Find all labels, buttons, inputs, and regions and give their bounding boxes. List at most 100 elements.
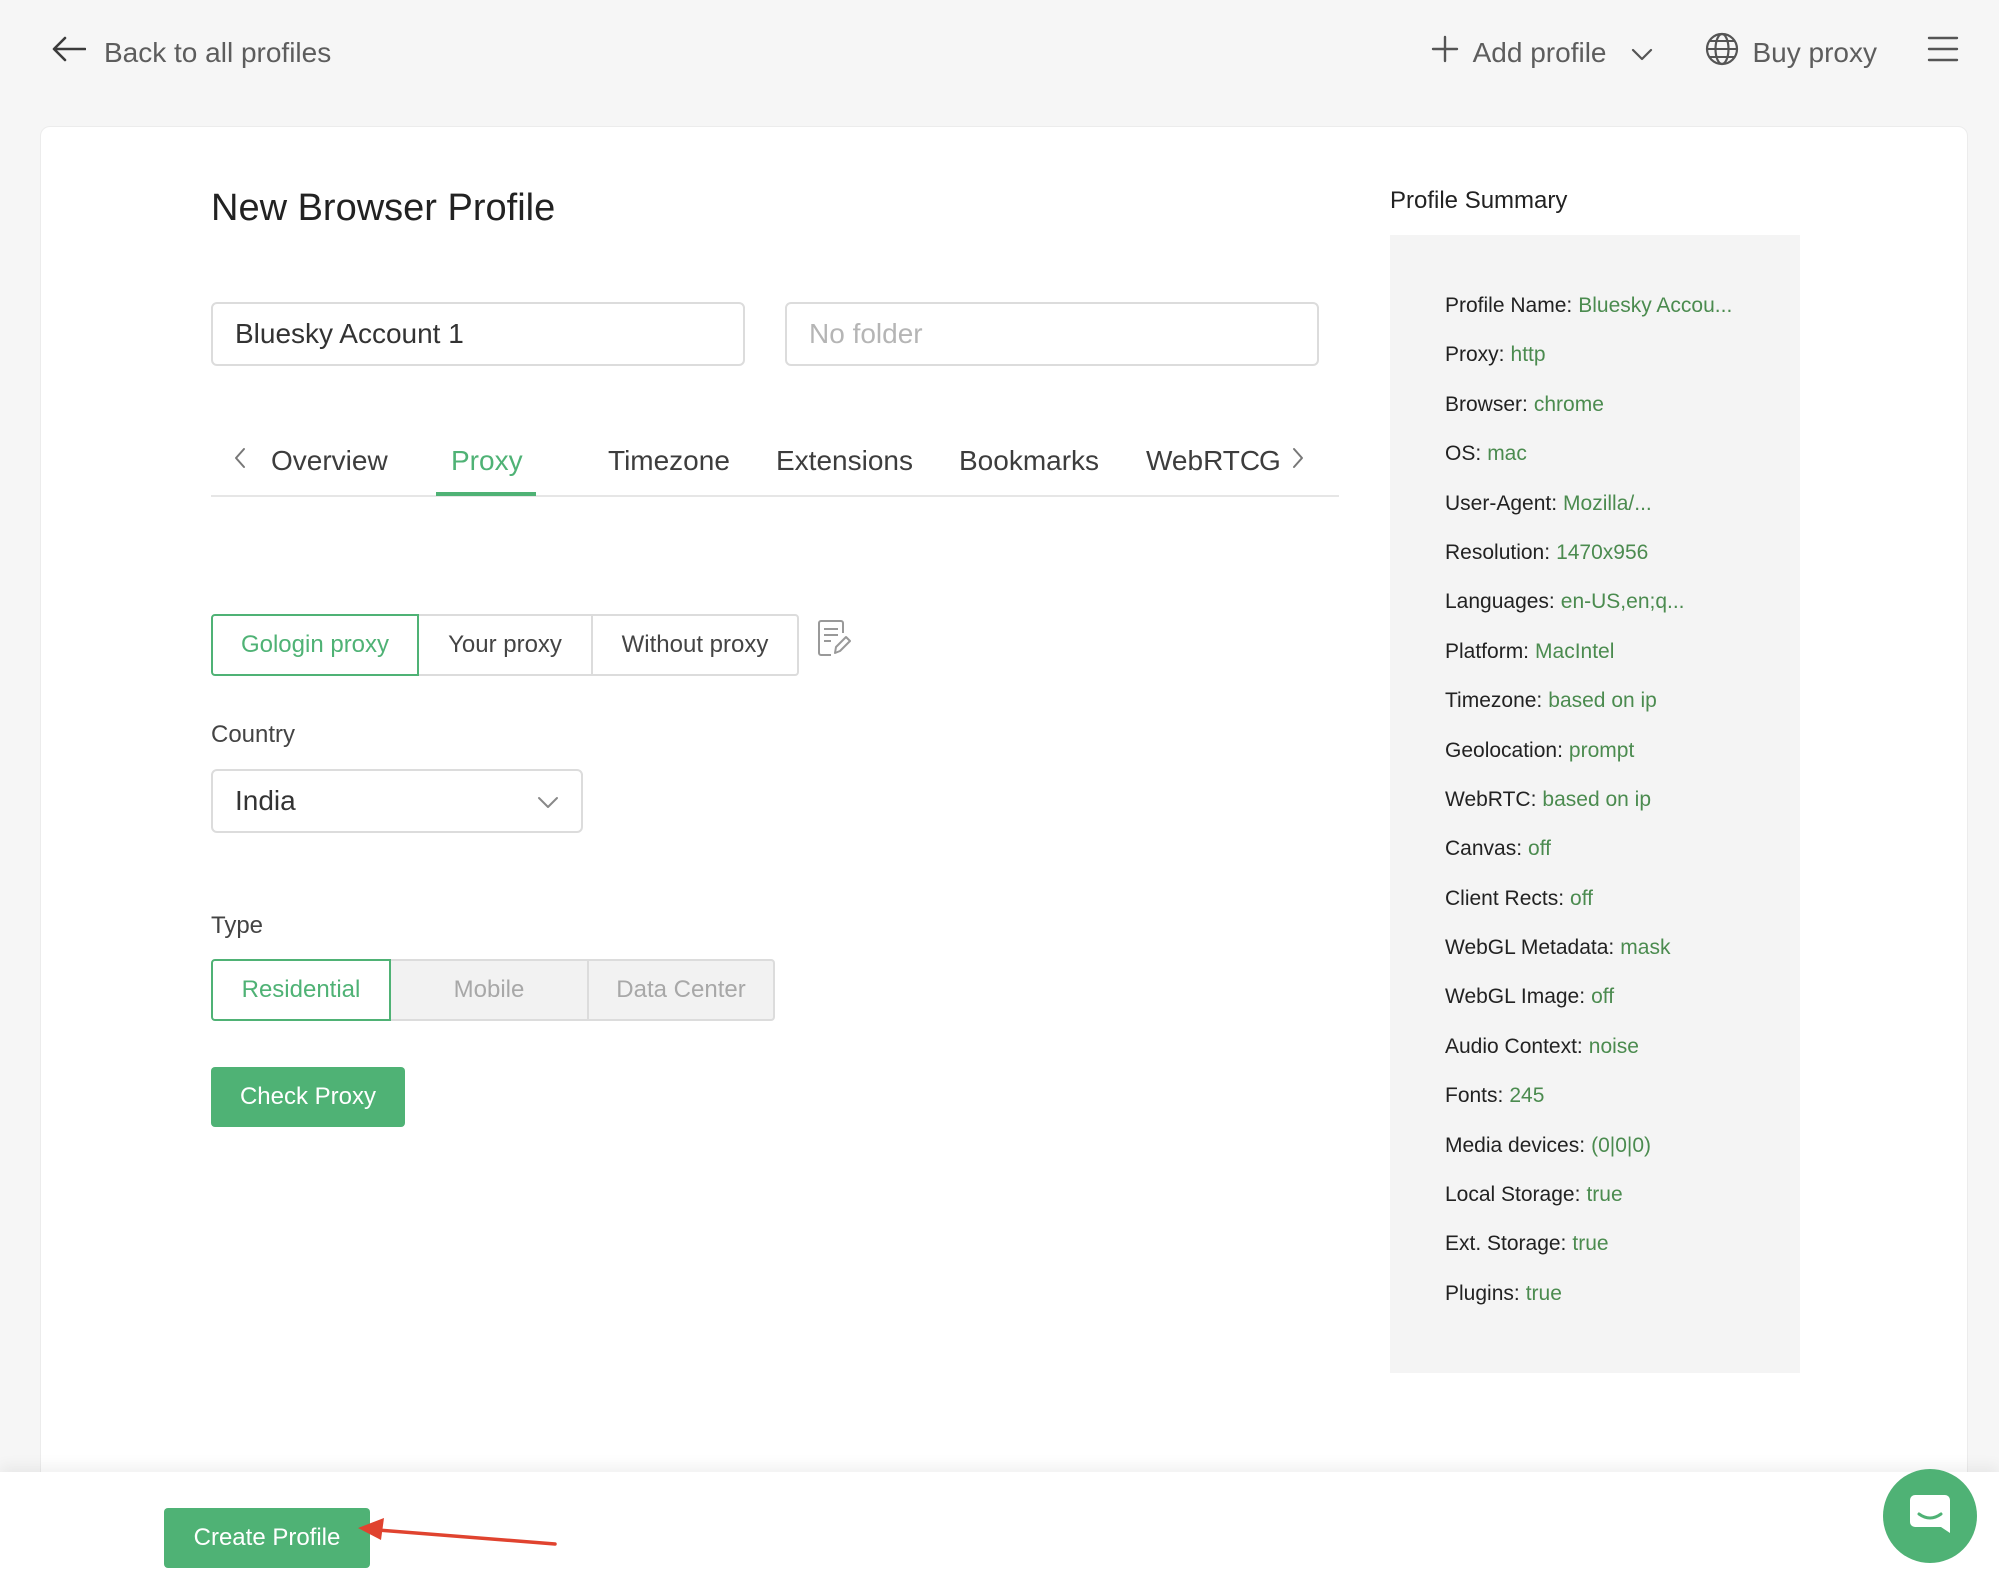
summary-key: Local Storage: <box>1445 1183 1581 1207</box>
folder-input[interactable] <box>785 302 1319 366</box>
mobile-option[interactable]: Mobile <box>389 959 589 1021</box>
country-select[interactable]: India <box>211 769 583 833</box>
summary-value: off <box>1528 837 1552 861</box>
tab-bookmarks[interactable]: Bookmarks <box>959 441 1099 497</box>
summary-row: Canvas: off <box>1445 834 1800 883</box>
profile-tabs: Overview Proxy Timezone Extensions Bookm… <box>211 437 1339 497</box>
profile-form-card: New Browser Profile Overview Proxy Timez… <box>40 126 1968 1596</box>
gologin-proxy-option[interactable]: Gologin proxy <box>211 614 419 676</box>
chat-icon <box>1907 1491 1953 1542</box>
summary-row: Media devices: (0|0|0) <box>1445 1131 1800 1180</box>
summary-key: Profile Name: <box>1445 294 1573 317</box>
your-proxy-option[interactable]: Your proxy <box>417 614 593 676</box>
annotation-arrow-icon <box>350 1502 560 1557</box>
active-tab-indicator <box>436 492 536 496</box>
summary-value: mask <box>1620 936 1671 960</box>
summary-key: User-Agent: <box>1445 491 1558 515</box>
chevron-down-icon <box>1631 37 1653 69</box>
summary-row: Client Rects: off <box>1445 884 1800 933</box>
summary-row: Fonts: 245 <box>1445 1081 1800 1130</box>
summary-value: 1470x956 <box>1556 540 1649 564</box>
summary-value: off <box>1570 886 1594 910</box>
create-profile-button[interactable]: Create Profile <box>164 1508 370 1568</box>
summary-row: Plugins: true <box>1445 1279 1800 1328</box>
summary-value: noise <box>1588 1034 1639 1058</box>
summary-key: Plugins: <box>1445 1281 1520 1305</box>
buy-proxy-label: Buy proxy <box>1752 36 1878 68</box>
chevron-left-icon[interactable] <box>233 447 247 474</box>
top-actions: Add profile Buy proxy <box>1431 32 1959 73</box>
hamburger-menu-button[interactable] <box>1927 35 1959 70</box>
summary-row: Timezone: based on ip <box>1445 686 1800 735</box>
summary-row: Browser: chrome <box>1445 390 1800 439</box>
summary-key: Timezone: <box>1445 689 1543 713</box>
summary-value: en-US,en;q... <box>1560 590 1685 614</box>
summary-key: Proxy: <box>1445 343 1505 367</box>
summary-value: MacIntel <box>1535 639 1615 663</box>
summary-key: Media devices: <box>1445 1133 1586 1157</box>
notes-edit-icon[interactable] <box>817 619 851 662</box>
summary-value: based on ip <box>1548 689 1657 713</box>
summary-row: OS: mac <box>1445 439 1800 488</box>
globe-icon <box>1705 32 1739 73</box>
summary-value: (0|0|0) <box>1591 1133 1652 1157</box>
check-proxy-button[interactable]: Check Proxy <box>211 1067 405 1127</box>
data-center-option[interactable]: Data Center <box>587 959 775 1021</box>
summary-key: Languages: <box>1445 590 1555 614</box>
tab-overview[interactable]: Overview <box>271 441 388 497</box>
back-to-profiles-link[interactable]: Back to all profiles <box>52 36 331 69</box>
summary-value: true <box>1525 1281 1562 1305</box>
chat-support-button[interactable] <box>1883 1469 1977 1563</box>
proxy-type-selector: Residential Mobile Data Center <box>211 959 775 1021</box>
summary-key: Audio Context: <box>1445 1034 1583 1058</box>
summary-row: Languages: en-US,en;q... <box>1445 587 1800 636</box>
tab-extensions[interactable]: Extensions <box>776 441 913 497</box>
country-value: India <box>235 785 296 816</box>
summary-key: OS: <box>1445 442 1482 466</box>
summary-key: Ext. Storage: <box>1445 1232 1567 1256</box>
summary-value: http <box>1510 343 1546 367</box>
summary-key: Client Rects: <box>1445 886 1565 910</box>
summary-value: chrome <box>1533 392 1604 416</box>
tab-timezone[interactable]: Timezone <box>608 441 730 497</box>
summary-key: Geolocation: <box>1445 738 1563 762</box>
buy-proxy-button[interactable]: Buy proxy <box>1705 32 1878 73</box>
summary-key: WebRTC: <box>1445 787 1537 811</box>
summary-key: Fonts: <box>1445 1084 1504 1108</box>
add-profile-button[interactable]: Add profile <box>1431 35 1653 70</box>
tab-g-truncated[interactable]: G <box>1259 441 1281 497</box>
summary-row: Ext. Storage: true <box>1445 1229 1800 1278</box>
summary-row: Proxy: http <box>1445 340 1800 389</box>
menu-icon <box>1927 35 1959 70</box>
summary-key: Canvas: <box>1445 837 1523 861</box>
summary-key: Resolution: <box>1445 540 1551 564</box>
summary-value: Bluesky Accou... <box>1578 294 1733 317</box>
residential-option[interactable]: Residential <box>211 959 391 1021</box>
tab-proxy[interactable]: Proxy <box>451 441 523 497</box>
plus-icon <box>1431 35 1459 70</box>
page-title: New Browser Profile <box>211 187 556 229</box>
profile-summary-panel: Profile Name: Bluesky Accou... Proxy: http B… <box>1390 235 1800 1373</box>
summary-value: off <box>1591 985 1615 1009</box>
summary-key: Platform: <box>1445 639 1530 663</box>
summary-row: Local Storage: true <box>1445 1180 1800 1229</box>
chevron-down-icon <box>537 785 559 817</box>
summary-row: Geolocation: prompt <box>1445 736 1800 785</box>
summary-value: mac <box>1487 442 1527 466</box>
profile-name-input[interactable] <box>211 302 745 366</box>
tab-webrtc[interactable]: WebRTC <box>1146 441 1260 497</box>
chevron-right-icon[interactable] <box>1291 447 1305 474</box>
summary-row: WebRTC: based on ip <box>1445 785 1800 834</box>
add-profile-label: Add profile <box>1472 36 1607 68</box>
summary-key: Browser: <box>1445 392 1528 416</box>
summary-row: Profile Name: Bluesky Accou... <box>1445 291 1800 340</box>
proxy-mode-selector: Gologin proxy Your proxy Without proxy <box>211 614 799 676</box>
top-bar: Back to all profiles Add profile Buy pro… <box>0 0 1999 110</box>
summary-row: WebGL Metadata: mask <box>1445 933 1800 982</box>
summary-row: User-Agent: Mozilla/... <box>1445 489 1800 538</box>
without-proxy-option[interactable]: Without proxy <box>591 614 799 676</box>
summary-value: 245 <box>1509 1084 1545 1108</box>
summary-row: Audio Context: noise <box>1445 1032 1800 1081</box>
summary-value: prompt <box>1568 738 1635 762</box>
summary-row: Platform: MacIntel <box>1445 637 1800 686</box>
